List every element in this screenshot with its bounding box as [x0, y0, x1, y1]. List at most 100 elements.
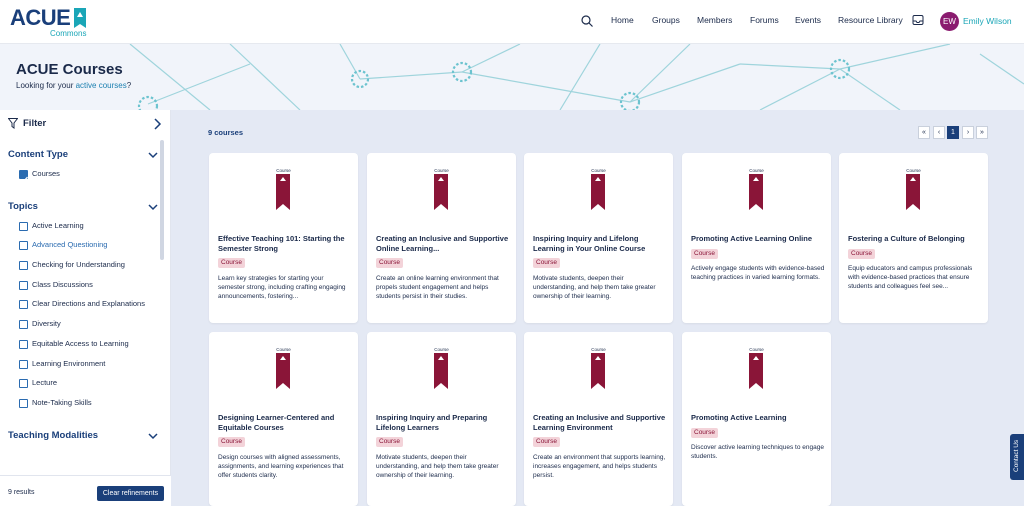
course-badge: Course [376, 437, 403, 447]
chevron-down-icon[interactable] [148, 150, 158, 160]
teaching-modalities-section-header[interactable]: Teaching Modalities [8, 430, 158, 444]
course-ribbon-icon [749, 174, 763, 210]
top-navigation-bar: ACUE Commons Home Groups Members Forums … [0, 0, 1024, 44]
nav-forums[interactable]: Forums [750, 15, 779, 25]
pager-prev-button[interactable]: ‹ [933, 126, 945, 139]
topics-section-header[interactable]: Topics [8, 201, 158, 215]
checkbox-label: Clear Directions and Explanations [32, 299, 145, 308]
user-avatar[interactable]: EW [940, 12, 959, 31]
inbox-icon[interactable] [912, 14, 924, 26]
checkbox[interactable] [19, 399, 28, 408]
pager-first-button[interactable]: « [918, 126, 930, 139]
funnel-icon [8, 118, 18, 129]
course-badge: Course [533, 437, 560, 447]
checkbox[interactable] [19, 170, 28, 183]
page-hero-banner: ACUE Courses Looking for your active cou… [0, 44, 1024, 110]
pager-page-1[interactable]: 1 [947, 126, 959, 139]
checkbox[interactable] [19, 281, 28, 290]
checkbox-option-courses[interactable]: Courses [19, 169, 161, 183]
course-title[interactable]: Promoting Active Learning [691, 413, 825, 423]
user-name-link[interactable]: Emily Wilson [963, 16, 1012, 26]
checkbox[interactable] [19, 340, 28, 349]
topic-option-learning-environment[interactable]: Learning Environment [19, 359, 161, 371]
course-badge: Course [533, 258, 560, 268]
page-subtitle: Looking for your active courses? [16, 81, 131, 90]
course-title[interactable]: Inspiring Inquiry and Lifelong Learning … [533, 234, 667, 253]
course-badge: Course [848, 249, 875, 259]
course-title[interactable]: Inspiring Inquiry and Preparing Lifelong… [376, 413, 510, 432]
active-courses-link[interactable]: active courses [76, 81, 127, 90]
course-title[interactable]: Designing Learner-Centered and Equitable… [218, 413, 352, 432]
course-description: Motivate students, deepen their understa… [533, 275, 656, 301]
checkbox[interactable] [19, 320, 28, 329]
topic-option-equitable-access[interactable]: Equitable Access to Learning [19, 339, 161, 351]
page-title: ACUE Courses [16, 61, 123, 78]
course-description: Create an online learning environment th… [376, 275, 499, 301]
pager-last-button[interactable]: » [976, 126, 988, 139]
acue-commons-logo[interactable]: ACUE Commons [10, 6, 90, 39]
topic-option-class-discussions[interactable]: Class Discussions [19, 280, 161, 292]
course-card[interactable]: Course Designing Learner-Centered and Eq… [209, 332, 358, 506]
topic-option-diversity[interactable]: Diversity [19, 319, 161, 331]
topic-option-note-taking[interactable]: Note-Taking Skills [19, 398, 161, 410]
course-title[interactable]: Fostering a Culture of Belonging [848, 234, 982, 244]
chevron-down-icon[interactable] [148, 202, 158, 212]
course-title[interactable]: Promoting Active Learning Online [691, 234, 825, 244]
clear-refinements-button[interactable]: Clear refinements [97, 486, 164, 501]
course-badge: Course [218, 437, 245, 447]
search-icon[interactable] [580, 14, 594, 28]
contact-us-tab[interactable]: Contact Us [1010, 434, 1024, 480]
course-card[interactable]: Course Inspiring Inquiry and Preparing L… [367, 332, 516, 506]
course-card[interactable]: Course Fostering a Culture of Belonging … [839, 153, 988, 323]
course-card[interactable]: Course Promoting Active Learning Course … [682, 332, 831, 506]
checkbox[interactable] [19, 300, 28, 309]
course-badge: Course [691, 249, 718, 259]
course-ribbon-icon [591, 353, 605, 389]
course-ribbon-icon [591, 174, 605, 210]
course-ribbon-icon [434, 174, 448, 210]
nav-events[interactable]: Events [795, 15, 821, 25]
topic-option-advanced-questioning[interactable]: Advanced Questioning [19, 240, 161, 252]
course-card[interactable]: Course Promoting Active Learning Online … [682, 153, 831, 323]
checkbox-label: Learning Environment [32, 359, 106, 368]
filter-label: Filter [23, 118, 47, 129]
chevron-right-icon[interactable] [152, 117, 162, 131]
course-badge: Course [376, 258, 403, 268]
pager-next-button[interactable]: › [962, 126, 974, 139]
course-count: 9 courses [208, 128, 244, 137]
checkbox[interactable] [19, 379, 28, 388]
checkbox-label: Equitable Access to Learning [32, 339, 129, 348]
checkbox-label: Diversity [32, 319, 61, 328]
nav-home[interactable]: Home [611, 15, 634, 25]
checkbox[interactable] [19, 222, 28, 231]
checkbox-label: Class Discussions [32, 280, 93, 289]
course-ribbon-icon [276, 353, 290, 389]
logo-subtitle: Commons [50, 29, 87, 38]
topic-option-active-learning[interactable]: Active Learning [19, 221, 161, 233]
course-title[interactable]: Creating an Inclusive and Supportive Onl… [376, 234, 510, 253]
sidebar-scrollbar[interactable] [160, 140, 164, 260]
course-title[interactable]: Effective Teaching 101: Starting the Sem… [218, 234, 352, 253]
topic-option-checking-understanding[interactable]: Checking for Understanding [19, 260, 161, 272]
course-title[interactable]: Creating an Inclusive and Supportive Lea… [533, 413, 667, 432]
course-card[interactable]: Course Effective Teaching 101: Starting … [209, 153, 358, 323]
course-card[interactable]: Course Creating an Inclusive and Support… [524, 332, 673, 506]
course-card[interactable]: Course Creating an Inclusive and Support… [367, 153, 516, 323]
content-type-section-header[interactable]: Content Type [8, 149, 158, 163]
checkbox[interactable] [19, 261, 28, 270]
nav-resource-library[interactable]: Resource Library [838, 15, 903, 25]
filter-toggle[interactable]: Filter [8, 117, 162, 133]
course-card[interactable]: Course Inspiring Inquiry and Lifelong Le… [524, 153, 673, 323]
chevron-down-icon[interactable] [148, 431, 158, 441]
contact-us-label: Contact Us [1013, 439, 1020, 472]
checkbox-label: Note-Taking Skills [32, 398, 92, 407]
course-description: Motivate students, deepen their understa… [376, 454, 499, 480]
nav-groups[interactable]: Groups [652, 15, 680, 25]
topics-title: Topics [8, 201, 38, 212]
checkbox[interactable] [19, 241, 28, 250]
nav-members[interactable]: Members [697, 15, 732, 25]
checkbox[interactable] [19, 360, 28, 369]
topic-option-lecture[interactable]: Lecture [19, 378, 161, 390]
checkbox-label: Advanced Questioning [32, 240, 108, 249]
topic-option-clear-directions[interactable]: Clear Directions and Explanations [19, 299, 161, 311]
